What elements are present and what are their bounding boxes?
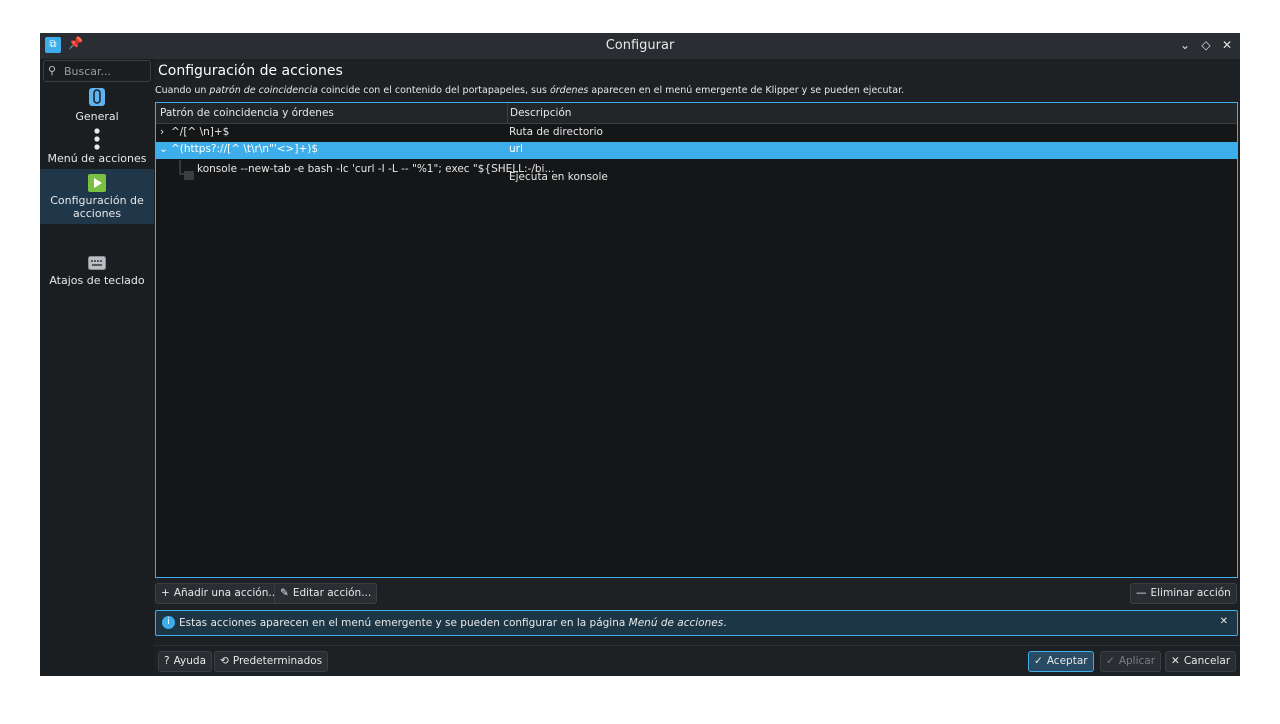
delete-action-button[interactable]: — Eliminar acción	[1130, 583, 1237, 604]
sidebar-item-general[interactable]: General	[40, 87, 154, 127]
minus-icon: —	[1136, 587, 1147, 599]
sidebar-item-label: Menú de acciones	[47, 152, 147, 165]
window-title: Configurar	[605, 38, 675, 53]
edit-action-button[interactable]: ✎ Editar acción...	[274, 583, 378, 604]
keyboard-icon	[88, 256, 106, 270]
play-icon	[88, 174, 106, 192]
clipboard-icon	[89, 88, 105, 106]
collapse-chevron-icon[interactable]: ⌄	[159, 143, 168, 155]
row-pattern: ^(https?://[^ \t\r\n"'<>]+)$	[171, 143, 319, 155]
vertical-dots-icon	[94, 128, 100, 150]
check-icon: ✓	[1106, 655, 1115, 667]
sidebar-item-actions-menu[interactable]: Menú de acciones	[40, 127, 154, 167]
help-icon: ?	[164, 655, 170, 667]
search-box[interactable]: ⚲	[43, 60, 151, 82]
configure-dialog: ⧉ 📌 Configurar ⌄ ◇ ✕ ⚲ General Menú de a…	[40, 33, 1240, 676]
row-description: Ruta de directorio	[509, 126, 603, 138]
maximize-icon[interactable]: ◇	[1198, 37, 1214, 53]
minimize-icon[interactable]: ⌄	[1177, 37, 1193, 53]
actions-tree[interactable]: Patrón de coincidencia y órdenes Descrip…	[155, 102, 1238, 578]
terminal-icon	[184, 171, 194, 180]
column-header-pattern[interactable]: Patrón de coincidencia y órdenes	[160, 107, 334, 119]
cancel-icon: ✕	[1171, 655, 1180, 667]
check-icon: ✓	[1034, 655, 1043, 667]
apply-button[interactable]: ✓ Aplicar	[1100, 651, 1162, 672]
row-description: url	[509, 143, 523, 155]
defaults-button[interactable]: ⟲ Predeterminados	[214, 651, 329, 672]
row-pattern: ^/[^ \n]+$	[171, 126, 230, 138]
sidebar-item-label: Configuración de acciones	[50, 194, 144, 220]
tree-row-selected[interactable]: ⌄ ^(https?://[^ \t\r\n"'<>]+)$ url	[156, 142, 1237, 159]
help-button[interactable]: ? Ayuda	[158, 651, 213, 672]
page-description: Cuando un patrón de coincidencia coincid…	[155, 85, 905, 96]
info-message: i Estas acciones aparecen en el menú eme…	[155, 610, 1238, 636]
tree-row[interactable]: › ^/[^ \n]+$ Ruta de directorio	[156, 124, 1237, 142]
search-icon: ⚲	[48, 64, 57, 77]
plus-icon: +	[161, 587, 170, 599]
restore-icon: ⟲	[220, 655, 229, 667]
sidebar-item-actions-config[interactable]: Configuración de acciones	[40, 169, 154, 224]
tree-row-child[interactable]: konsole --new-tab -e bash -lc 'curl -I -…	[156, 160, 1237, 186]
title-bar: ⧉ 📌 Configurar ⌄ ◇ ✕	[40, 33, 1240, 59]
close-message-icon[interactable]: ✕	[1220, 616, 1228, 627]
column-header-description[interactable]: Descripción	[510, 107, 571, 119]
close-icon[interactable]: ✕	[1219, 37, 1235, 53]
page-title: Configuración de acciones	[158, 63, 343, 79]
tree-header: Patrón de coincidencia y órdenes Descrip…	[156, 103, 1237, 124]
sidebar-item-label: General	[75, 110, 119, 123]
row-description: Ejecuta en konsole	[509, 171, 608, 183]
sidebar-item-label: Atajos de teclado	[49, 274, 145, 287]
pencil-icon: ✎	[280, 587, 289, 599]
info-icon: i	[162, 616, 175, 629]
add-action-button[interactable]: + Añadir una acción...	[155, 583, 285, 604]
category-sidebar: ⚲ General Menú de acciones Configurac	[40, 59, 154, 676]
sidebar-item-shortcuts[interactable]: Atajos de teclado	[40, 255, 154, 291]
row-command: konsole --new-tab -e bash -lc 'curl -I -…	[197, 163, 555, 175]
cancel-button[interactable]: ✕ Cancelar	[1165, 651, 1237, 672]
search-input[interactable]	[64, 63, 148, 79]
accept-button[interactable]: ✓ Aceptar	[1028, 651, 1094, 672]
actions-config-page: Configuración de acciones Cuando un patr…	[154, 59, 1240, 676]
expand-chevron-icon[interactable]: ›	[160, 126, 164, 138]
